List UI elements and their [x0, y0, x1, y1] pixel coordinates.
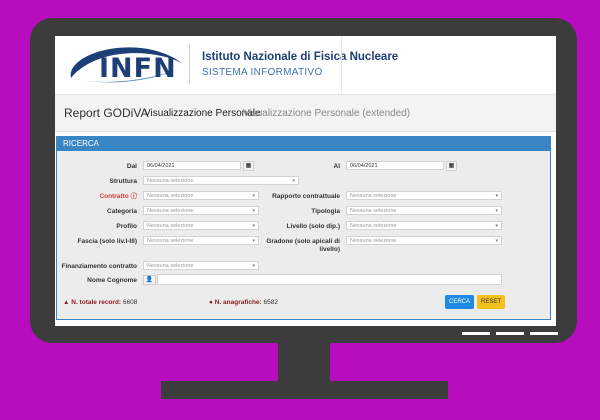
- al-label: Al: [333, 163, 341, 170]
- chevron-down-icon: ▾: [495, 223, 498, 229]
- monitor-button: [530, 332, 558, 335]
- contratto-label-text: Contratto: [99, 193, 129, 200]
- al-date-input[interactable]: 06/04/2021: [346, 161, 444, 170]
- rapporto-select[interactable]: Nessuna selezione ▾: [346, 191, 502, 200]
- calendar-icon[interactable]: ▦: [243, 161, 254, 171]
- nome-cognome-label: Nome Cognome: [87, 277, 137, 284]
- categoria-value: Nessuna selezione: [147, 208, 194, 214]
- rapporto-value: Nessuna selezione: [350, 193, 397, 199]
- gradone-value: Nessuna selezione: [350, 238, 397, 244]
- reset-button[interactable]: RESET: [477, 295, 505, 309]
- profilo-label: Profilo: [116, 223, 137, 230]
- system-name: SISTEMA INFORMATIVO: [202, 67, 323, 78]
- help-icon[interactable]: ⓘ: [131, 193, 138, 200]
- fascia-value: Nessuna selezione: [147, 238, 194, 244]
- chevron-down-icon: ▾: [292, 178, 295, 184]
- panel-title: RICERCA: [57, 137, 550, 151]
- tipologia-select[interactable]: Nessuna selezione ▾: [346, 206, 502, 215]
- profilo-value: Nessuna selezione: [147, 223, 194, 229]
- contratto-select[interactable]: Nessuna selezione ▾: [143, 191, 259, 200]
- gradone-label: Gradone (solo apicali di livello): [257, 238, 340, 254]
- anagrafiche-count: ● N. anagrafiche: 6582: [209, 299, 278, 306]
- nome-cognome-input[interactable]: [157, 274, 502, 285]
- finanziamento-label: Finanziamento contratto: [61, 263, 137, 270]
- gradone-label-line1: Gradone (solo apicali di: [266, 238, 340, 245]
- chevron-down-icon: ▾: [252, 263, 255, 269]
- livello-value: Nessuna selezione: [350, 223, 397, 229]
- chevron-down-icon: ▾: [495, 238, 498, 244]
- monitor-base: [161, 381, 448, 399]
- database-icon: ▲: [63, 299, 70, 306]
- screen: INFN Istituto Nazionale di Fisica Nuclea…: [55, 36, 556, 326]
- monitor-neck: [278, 343, 330, 381]
- chevron-down-icon: ▾: [252, 223, 255, 229]
- tipologia-label: Tipologia: [311, 208, 340, 215]
- total-records-value: 6608: [122, 299, 138, 306]
- monitor-button: [496, 332, 524, 335]
- infn-logo: INFN: [63, 40, 191, 88]
- navbar-brand[interactable]: Report GODiVA: [64, 106, 148, 120]
- header-divider: [341, 36, 342, 94]
- calendar-icon[interactable]: ▦: [446, 161, 457, 171]
- anagrafiche-value: 6582: [263, 299, 278, 306]
- logo-divider: [189, 44, 190, 84]
- contratto-label: Contratto ⓘ: [77, 193, 137, 201]
- chevron-down-icon: ▾: [252, 208, 255, 214]
- dal-date-input[interactable]: 06/04/2021: [143, 161, 241, 170]
- total-records-label: N. totale record:: [71, 299, 122, 306]
- profilo-select[interactable]: Nessuna selezione ▾: [143, 221, 259, 230]
- chevron-down-icon: ▾: [495, 193, 498, 199]
- struttura-label: Struttura: [109, 178, 137, 185]
- finanziamento-select[interactable]: Nessuna selezione ▾: [143, 261, 259, 270]
- search-panel: RICERCA Dal 06/04/2021 ▦ Al 06/04/2021 ▦…: [56, 136, 551, 320]
- org-name: Istituto Nazionale di Fisica Nucleare: [202, 51, 399, 63]
- tipologia-value: Nessuna selezione: [350, 208, 397, 214]
- gradone-label-line2: livello): [319, 246, 340, 253]
- struttura-select[interactable]: Nessuna selezione ▾: [143, 176, 299, 185]
- total-records: ▲ N. totale record: 6608: [63, 299, 137, 306]
- chevron-down-icon: ▾: [495, 208, 498, 214]
- people-icon: ●: [209, 299, 213, 306]
- gradone-select[interactable]: Nessuna selezione ▾: [346, 236, 502, 245]
- navbar: Report GODiVA Visualizzazione Personale …: [55, 94, 556, 132]
- user-icon: 👤: [143, 275, 156, 285]
- livello-label: Livello (solo dip.): [286, 223, 340, 230]
- contratto-value: Nessuna selezione: [147, 193, 194, 199]
- livello-select[interactable]: Nessuna selezione ▾: [346, 221, 502, 230]
- struttura-value: Nessuna selezione: [147, 178, 194, 184]
- site-header: INFN Istituto Nazionale di Fisica Nuclea…: [55, 36, 556, 94]
- dal-label: Dal: [126, 163, 137, 170]
- fascia-select[interactable]: Nessuna selezione ▾: [143, 236, 259, 245]
- categoria-label: Categoria: [107, 208, 137, 215]
- finanziamento-value: Nessuna selezione: [147, 263, 194, 269]
- rapporto-label: Rapporto contrattuale: [272, 193, 340, 200]
- categoria-select[interactable]: Nessuna selezione ▾: [143, 206, 259, 215]
- chevron-down-icon: ▾: [252, 238, 255, 244]
- monitor-button: [462, 332, 490, 335]
- fascia-label: Fascia (solo liv.I-III): [77, 238, 137, 245]
- anagrafiche-label: N. anagrafiche:: [214, 299, 262, 306]
- cerca-button[interactable]: CERCA: [445, 295, 474, 309]
- logo-text: INFN: [99, 53, 177, 84]
- chevron-down-icon: ▾: [252, 193, 255, 199]
- nav-item-personale-extended[interactable]: Visualizzazione Personale (extended): [243, 108, 410, 119]
